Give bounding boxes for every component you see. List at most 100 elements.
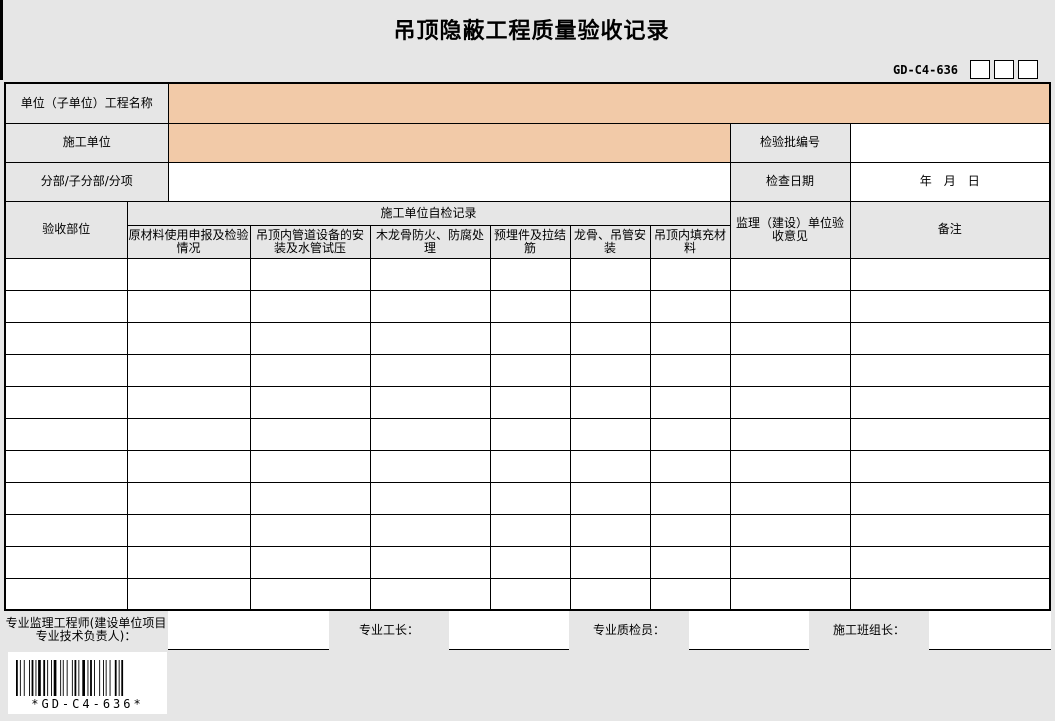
table-cell[interactable]	[4, 513, 128, 547]
table-cell[interactable]	[369, 289, 491, 323]
table-cell[interactable]	[249, 577, 371, 611]
table-cell[interactable]	[4, 289, 128, 323]
code-box-2[interactable]	[994, 60, 1014, 79]
table-cell[interactable]	[489, 481, 571, 515]
table-cell[interactable]	[126, 289, 251, 323]
table-cell[interactable]	[649, 321, 731, 355]
table-cell[interactable]	[369, 513, 491, 547]
table-cell[interactable]	[4, 321, 128, 355]
division-field[interactable]	[167, 161, 731, 202]
table-cell[interactable]	[126, 321, 251, 355]
table-cell[interactable]	[126, 385, 251, 419]
table-cell[interactable]	[4, 353, 128, 387]
table-cell[interactable]	[4, 449, 128, 483]
table-cell[interactable]	[4, 417, 128, 451]
table-cell[interactable]	[249, 385, 371, 419]
table-cell[interactable]	[569, 321, 651, 355]
table-cell[interactable]	[489, 449, 571, 483]
foreman-field[interactable]	[449, 611, 569, 650]
table-cell[interactable]	[249, 257, 371, 291]
table-cell[interactable]	[4, 481, 128, 515]
table-cell[interactable]	[729, 513, 851, 547]
table-cell[interactable]	[126, 545, 251, 579]
table-cell[interactable]	[249, 449, 371, 483]
table-cell[interactable]	[126, 353, 251, 387]
table-cell[interactable]	[126, 449, 251, 483]
table-cell[interactable]	[649, 449, 731, 483]
table-cell[interactable]	[729, 417, 851, 451]
table-cell[interactable]	[369, 321, 491, 355]
table-cell[interactable]	[489, 289, 571, 323]
table-cell[interactable]	[729, 385, 851, 419]
table-cell[interactable]	[569, 353, 651, 387]
table-cell[interactable]	[729, 289, 851, 323]
table-cell[interactable]	[849, 577, 1051, 611]
table-cell[interactable]	[369, 577, 491, 611]
table-cell[interactable]	[126, 257, 251, 291]
table-cell[interactable]	[489, 385, 571, 419]
table-cell[interactable]	[569, 513, 651, 547]
engineer-signature-field[interactable]	[168, 611, 329, 650]
table-cell[interactable]	[249, 545, 371, 579]
table-cell[interactable]	[849, 321, 1051, 355]
table-cell[interactable]	[649, 481, 731, 515]
table-cell[interactable]	[569, 257, 651, 291]
table-cell[interactable]	[489, 417, 571, 451]
table-cell[interactable]	[569, 449, 651, 483]
table-cell[interactable]	[126, 513, 251, 547]
table-cell[interactable]	[649, 385, 731, 419]
table-cell[interactable]	[729, 481, 851, 515]
table-cell[interactable]	[249, 481, 371, 515]
table-cell[interactable]	[369, 385, 491, 419]
table-cell[interactable]	[729, 449, 851, 483]
team-leader-field[interactable]	[929, 611, 1051, 650]
table-cell[interactable]	[569, 481, 651, 515]
table-cell[interactable]	[849, 257, 1051, 291]
table-cell[interactable]	[729, 353, 851, 387]
contractor-field[interactable]	[167, 122, 731, 163]
batch-no-field[interactable]	[849, 122, 1051, 163]
table-cell[interactable]	[849, 545, 1051, 579]
table-cell[interactable]	[4, 577, 128, 611]
table-cell[interactable]	[849, 353, 1051, 387]
table-cell[interactable]	[126, 481, 251, 515]
table-cell[interactable]	[489, 321, 571, 355]
table-cell[interactable]	[649, 289, 731, 323]
table-cell[interactable]	[569, 289, 651, 323]
table-cell[interactable]	[849, 481, 1051, 515]
table-cell[interactable]	[249, 513, 371, 547]
table-cell[interactable]	[369, 257, 491, 291]
table-cell[interactable]	[369, 353, 491, 387]
table-cell[interactable]	[369, 417, 491, 451]
table-cell[interactable]	[4, 257, 128, 291]
table-cell[interactable]	[729, 577, 851, 611]
table-cell[interactable]	[249, 289, 371, 323]
table-cell[interactable]	[849, 385, 1051, 419]
code-box-3[interactable]	[1018, 60, 1038, 79]
table-cell[interactable]	[649, 257, 731, 291]
table-cell[interactable]	[4, 385, 128, 419]
table-cell[interactable]	[126, 417, 251, 451]
table-cell[interactable]	[569, 545, 651, 579]
table-cell[interactable]	[4, 545, 128, 579]
table-cell[interactable]	[249, 321, 371, 355]
table-cell[interactable]	[729, 545, 851, 579]
table-cell[interactable]	[369, 449, 491, 483]
table-cell[interactable]	[489, 577, 571, 611]
inspect-date-field[interactable]: 年 月 日	[849, 161, 1051, 202]
table-cell[interactable]	[569, 417, 651, 451]
table-cell[interactable]	[849, 449, 1051, 483]
table-cell[interactable]	[649, 513, 731, 547]
table-cell[interactable]	[569, 385, 651, 419]
inspector-field[interactable]	[689, 611, 809, 650]
table-cell[interactable]	[849, 417, 1051, 451]
table-cell[interactable]	[649, 417, 731, 451]
table-cell[interactable]	[729, 321, 851, 355]
table-cell[interactable]	[729, 257, 851, 291]
table-cell[interactable]	[489, 353, 571, 387]
table-cell[interactable]	[489, 257, 571, 291]
table-cell[interactable]	[649, 545, 731, 579]
table-cell[interactable]	[569, 577, 651, 611]
table-cell[interactable]	[369, 481, 491, 515]
table-cell[interactable]	[249, 417, 371, 451]
